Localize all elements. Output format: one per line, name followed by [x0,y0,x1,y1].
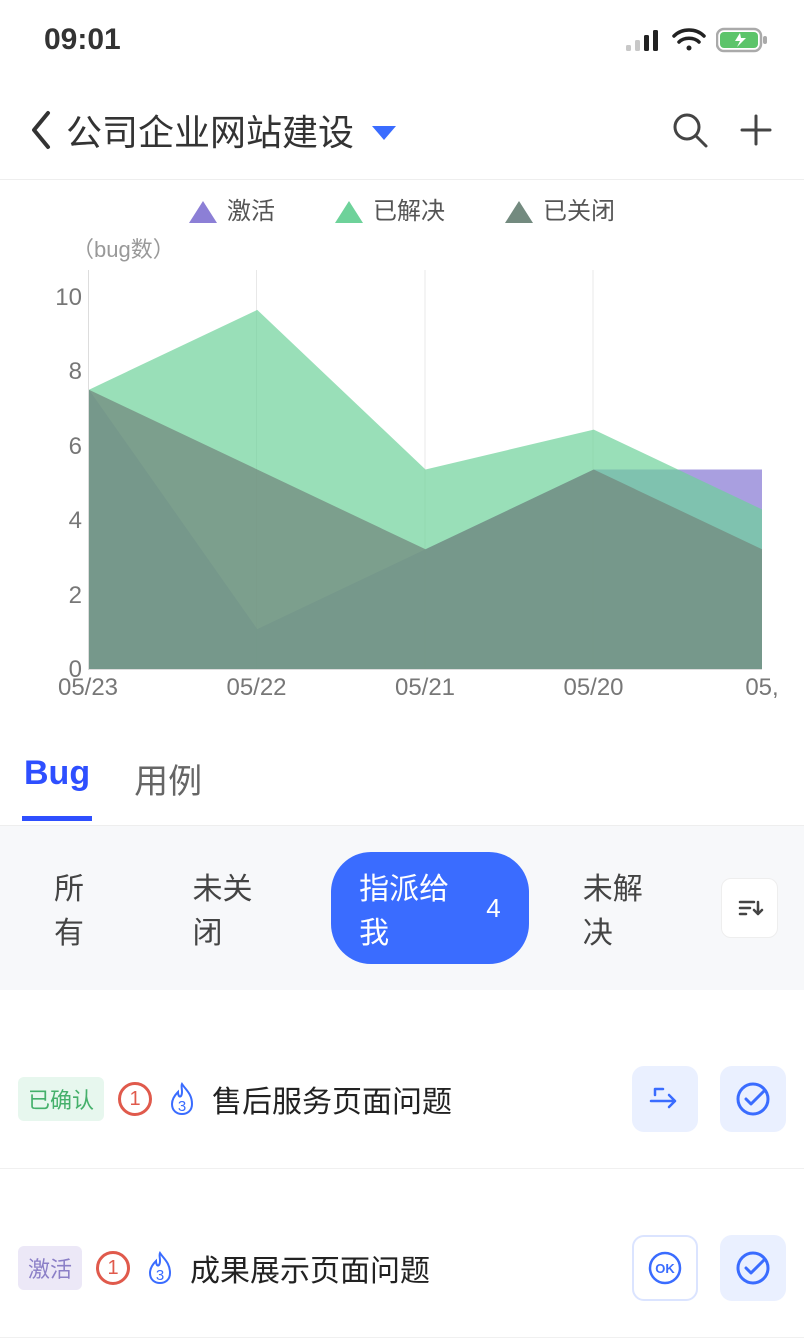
chart-legend: 激活 已解决 已关闭 [0,188,804,228]
filter-unclosed[interactable]: 未关闭 [164,852,305,964]
confirm-button[interactable]: OK [632,1235,698,1301]
filter-bar: 所有 未关闭 指派给我 4 未解决 [0,826,804,990]
chart-plot-area [88,270,762,670]
sort-button[interactable] [721,878,778,938]
status-time: 09:01 [44,23,121,57]
bug-list-item[interactable]: 激活 1 3 成果展示页面问题 OK [0,1199,804,1338]
priority-badge: 1 [118,1082,152,1116]
filter-unresolved[interactable]: 未解决 [555,852,696,964]
svg-text:OK: OK [655,1261,675,1276]
status-tag: 激活 [18,1246,82,1290]
status-tag: 已确认 [18,1077,104,1121]
nav-bar: 公司企业网站建设 [0,80,804,180]
resolve-button[interactable] [720,1066,786,1132]
status-bar: 09:01 [0,0,804,80]
assign-button[interactable] [632,1066,698,1132]
chart-ylabel: （bug数） [72,232,762,264]
status-icons [626,27,768,53]
add-button[interactable] [728,102,784,158]
legend-item-closed[interactable]: 已关闭 [505,191,615,226]
tab-bug[interactable]: Bug [22,744,92,821]
dropdown-icon[interactable] [372,126,396,140]
bug-list-item[interactable]: 已确认 1 3 售后服务页面问题 [0,1030,804,1169]
chart: （bug数） 10 8 6 4 2 0 05/23 05/22 05/21 05… [0,232,804,690]
tab-testcase[interactable]: 用例 [132,744,204,821]
bug-list: 已确认 1 3 售后服务页面问题 激活 1 3 成果展示页面问题 OK [0,990,804,1338]
filter-all[interactable]: 所有 [26,852,138,964]
page-title: 公司企业网站建设 [66,104,354,156]
x-axis-ticks: 05/23 05/22 05/21 05/20 05, [88,674,762,704]
tabs: Bug 用例 [0,720,804,826]
signal-icon [626,28,662,52]
legend-item-active[interactable]: 激活 [189,191,275,226]
y-axis-ticks: 10 8 6 4 2 0 [42,270,82,670]
battery-icon [716,27,768,53]
wifi-icon [672,28,706,52]
severity-icon: 3 [166,1081,198,1117]
back-button[interactable] [20,100,60,160]
priority-badge: 1 [96,1251,130,1285]
legend-item-resolved[interactable]: 已解决 [335,191,445,226]
search-button[interactable] [662,102,718,158]
filter-assigned-to-me[interactable]: 指派给我 4 [331,852,529,964]
resolve-button[interactable] [720,1235,786,1301]
bug-title: 售后服务页面问题 [212,1077,610,1121]
severity-icon: 3 [144,1250,176,1286]
bug-title: 成果展示页面问题 [190,1246,610,1290]
